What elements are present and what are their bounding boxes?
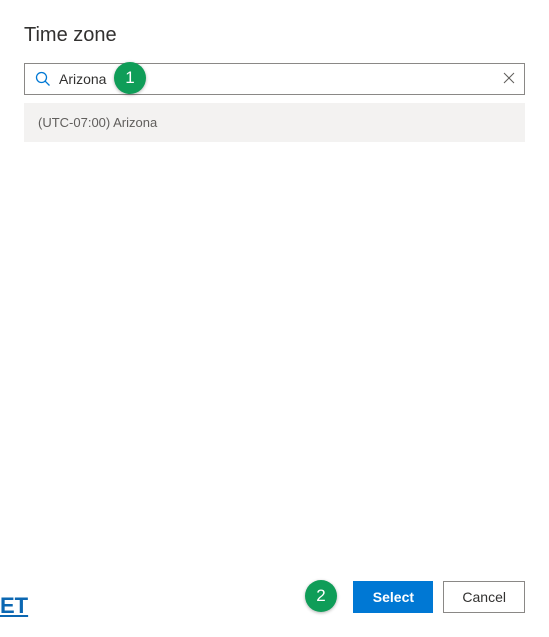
search-input[interactable] [51,64,494,94]
watermark-logo: ET [0,593,28,619]
panel-title: Time zone [24,24,525,47]
select-button[interactable]: Select [353,581,433,613]
cancel-button[interactable]: Cancel [443,581,525,613]
panel-footer: Select Cancel [0,565,549,637]
panel-content: (UTC-07:00) Arizona [0,63,549,565]
panel-header: Time zone [0,0,549,63]
search-icon [35,71,51,87]
results-list: (UTC-07:00) Arizona [24,103,525,142]
close-icon [503,71,515,87]
search-box[interactable] [24,63,525,95]
clear-search-button[interactable] [494,64,524,94]
time-zone-panel: Time zone (UTC-07:00) Arizona [0,0,549,637]
list-item[interactable]: (UTC-07:00) Arizona [24,103,525,142]
